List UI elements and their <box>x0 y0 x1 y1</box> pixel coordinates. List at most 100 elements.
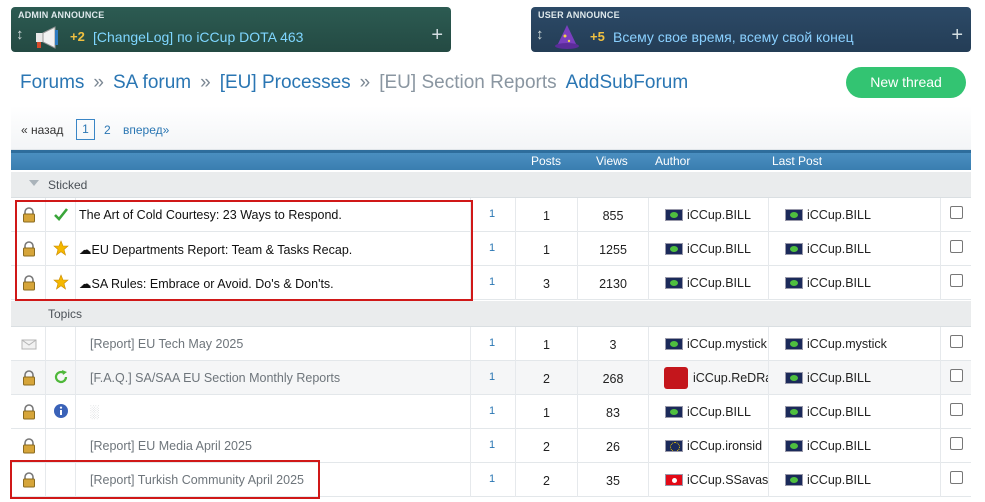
lock-icon <box>23 275 35 291</box>
author-link[interactable]: iCCup.BILL <box>687 405 751 419</box>
select-checkbox[interactable] <box>950 369 963 382</box>
select-checkbox[interactable] <box>950 471 963 484</box>
last-post-user-link[interactable]: iCCup.BILL <box>807 439 871 453</box>
select-checkbox[interactable] <box>950 437 963 450</box>
admin-announce-link[interactable]: [ChangeLog] по iCCup DOTA 463 <box>93 29 303 45</box>
select-checkbox[interactable] <box>950 274 963 287</box>
add-subforum-link[interactable]: AddSubForum <box>566 72 689 93</box>
views-count: 26 <box>606 440 620 454</box>
table-row: ☁EU Departments Report: Team & Tasks Rec… <box>11 232 971 266</box>
flag-icon <box>785 277 803 289</box>
topic-title-link[interactable]: [F.A.Q.] SA/SAA EU Section Monthly Repor… <box>90 371 340 385</box>
views-count: 2130 <box>599 277 627 291</box>
expand-plus-icon[interactable]: + <box>951 24 963 47</box>
megaphone-icon <box>36 26 58 49</box>
cloud-prefix-icon: ☁ <box>79 277 92 291</box>
topic-page-link[interactable]: 1 <box>489 208 495 220</box>
topic-title-link[interactable]: [Report] EU Media April 2025 <box>90 439 252 453</box>
views-count: 3 <box>609 338 617 352</box>
last-post-user-link[interactable]: iCCup.BILL <box>807 208 871 222</box>
flag-icon <box>785 338 803 350</box>
pagination-page-2[interactable]: 2 <box>104 123 111 137</box>
last-post-user-link[interactable]: iCCup.BILL <box>807 405 871 419</box>
check-icon <box>54 208 69 221</box>
admin-announce-bar: ADMIN ANNOUNCE ↕ +2 [ChangeLog] по iCCup… <box>11 7 451 52</box>
user-announce-bar: USER ANNOUNCE ↕ +5 Всему свое время, все… <box>531 7 971 52</box>
table-row: The Art of Cold Courtesy: 23 Ways to Res… <box>11 198 971 232</box>
last-post-user-link[interactable]: iCCup.BILL <box>807 242 871 256</box>
expand-plus-icon[interactable]: + <box>431 24 443 47</box>
topic-page-link[interactable]: 1 <box>489 371 495 383</box>
topic-title-link[interactable]: [Report] EU Tech May 2025 <box>90 337 243 351</box>
lock-icon <box>23 207 35 223</box>
lock-icon <box>23 370 35 386</box>
select-checkbox[interactable] <box>950 403 963 416</box>
lock-icon <box>23 472 35 488</box>
last-post-user-link[interactable]: iCCup.BILL <box>807 473 871 487</box>
star-icon <box>53 274 69 290</box>
lock-icon <box>23 438 35 454</box>
breadcrumb-sa-forum[interactable]: SA forum <box>113 72 191 93</box>
flag-icon <box>785 209 803 221</box>
select-checkbox[interactable] <box>950 240 963 253</box>
author-link[interactable]: iCCup.ReDRa <box>693 371 768 385</box>
author-link[interactable]: iCCup.BILL <box>687 276 751 290</box>
admin-announce-count: +2 <box>70 29 85 44</box>
author-link[interactable]: iCCup.SSavas <box>687 473 768 487</box>
author-link[interactable]: iCCup.mystick <box>687 337 767 351</box>
author-link[interactable]: iCCup.ironsid <box>687 439 762 453</box>
last-post-user-link[interactable]: iCCup.mystick <box>807 337 887 351</box>
last-post-user-link[interactable]: iCCup.BILL <box>807 276 871 290</box>
user-announce-title: USER ANNOUNCE <box>538 10 620 20</box>
table-row: [F.A.Q.] SA/SAA EU Section Monthly Repor… <box>11 361 971 395</box>
lock-icon <box>23 241 35 257</box>
topic-page-link[interactable]: 1 <box>489 337 495 349</box>
posts-count: 1 <box>543 406 550 420</box>
views-count: 83 <box>606 406 620 420</box>
posts-count: 1 <box>543 243 550 257</box>
select-checkbox[interactable] <box>950 335 963 348</box>
breadcrumb-eu-processes[interactable]: [EU] Processes <box>220 72 351 93</box>
table-header: Posts Views Author Last Post <box>11 150 971 170</box>
header-posts[interactable]: Posts <box>531 154 561 168</box>
topic-title-link[interactable]: [Report] Turkish Community April 2025 <box>90 473 304 487</box>
author-link[interactable]: iCCup.BILL <box>687 242 751 256</box>
flag-icon <box>665 277 683 289</box>
header-last-post[interactable]: Last Post <box>772 154 822 168</box>
flag-icon <box>785 372 803 384</box>
section-sticked: Sticked <box>11 172 971 198</box>
topic-page-link[interactable]: 1 <box>489 439 495 451</box>
posts-count: 2 <box>543 474 550 488</box>
posts-count: 1 <box>543 338 550 352</box>
topic-title-link[interactable]: SA Rules: Embrace or Avoid. Do's & Don't… <box>92 277 334 291</box>
avatar <box>664 367 688 389</box>
topic-page-link[interactable]: 1 <box>489 473 495 485</box>
topic-title-link[interactable]: The Art of Cold Courtesy: 23 Ways to Res… <box>79 208 342 222</box>
breadcrumb-forums[interactable]: Forums <box>20 72 84 93</box>
last-post-user-link[interactable]: iCCup.BILL <box>807 371 871 385</box>
drag-handle-icon[interactable]: ↕ <box>16 26 24 43</box>
topic-title-link[interactable]: ░ <box>90 405 99 419</box>
topic-page-link[interactable]: 1 <box>489 276 495 288</box>
user-announce-count: +5 <box>590 29 605 44</box>
header-views[interactable]: Views <box>596 154 628 168</box>
section-topics: Topics <box>11 301 971 327</box>
topic-title-link[interactable]: EU Departments Report: Team & Tasks Reca… <box>92 243 353 257</box>
envelope-icon <box>21 339 37 350</box>
flag-icon <box>665 209 683 221</box>
cloud-prefix-icon: ☁ <box>79 243 92 257</box>
pagination-prev[interactable]: « назад <box>21 123 63 137</box>
collapse-triangle-icon[interactable] <box>29 180 39 186</box>
new-thread-button[interactable]: New thread <box>846 67 966 98</box>
section-sticked-label: Sticked <box>48 178 88 192</box>
topic-page-link[interactable]: 1 <box>489 405 495 417</box>
select-checkbox[interactable] <box>950 206 963 219</box>
author-link[interactable]: iCCup.BILL <box>687 208 751 222</box>
lock-icon <box>23 404 35 420</box>
drag-handle-icon[interactable]: ↕ <box>536 26 544 43</box>
topic-page-link[interactable]: 1 <box>489 242 495 254</box>
user-announce-link[interactable]: Всему свое время, всему свой конец <box>613 29 854 45</box>
breadcrumb-current: [EU] Section Reports <box>379 72 557 93</box>
header-author[interactable]: Author <box>655 154 690 168</box>
pagination-next[interactable]: вперед» <box>123 123 169 137</box>
